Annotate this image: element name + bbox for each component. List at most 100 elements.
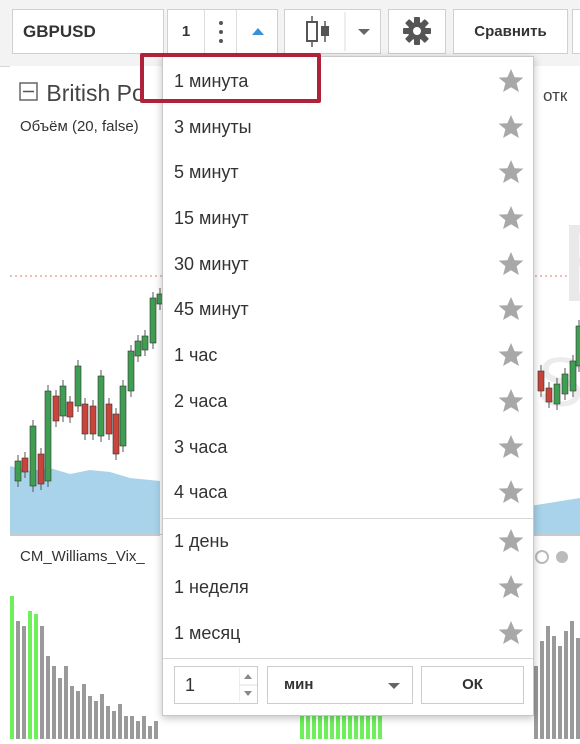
interval-menu-item[interactable]: 15 минут: [163, 196, 533, 242]
vix-bar: [342, 716, 346, 739]
candle: [97, 375, 105, 437]
vix-bar: [576, 638, 580, 739]
candle: [89, 405, 97, 435]
vix-bar: [534, 666, 538, 739]
interval-menu-item[interactable]: 5 минут: [163, 150, 533, 196]
candle: [74, 365, 82, 407]
caret-up-icon: [252, 28, 264, 35]
more-vertical-icon[interactable]: [204, 10, 237, 53]
star-icon[interactable]: [498, 342, 524, 368]
candle: [112, 413, 120, 455]
settings-button[interactable]: [388, 9, 446, 54]
star-icon[interactable]: [498, 528, 524, 554]
candle: [127, 350, 135, 392]
stepper-arrows-icon[interactable]: [239, 668, 257, 702]
interval-menu-item[interactable]: 1 неделя: [163, 565, 533, 611]
interval-menu-item[interactable]: 1 час: [163, 333, 533, 379]
interval-menu-item[interactable]: 1 месяц: [163, 611, 533, 657]
interval-menu-item-label: 30 минут: [174, 254, 249, 274]
star-icon[interactable]: [498, 574, 524, 600]
star-icon[interactable]: [498, 620, 524, 646]
vix-bar: [52, 666, 56, 739]
candle: [569, 360, 577, 392]
interval-dropdown-toggle[interactable]: [236, 10, 279, 53]
interval-menu-item[interactable]: 3 минуты: [163, 105, 533, 151]
vix-bar: [64, 666, 68, 739]
candle: [29, 425, 37, 487]
vix-bar: [540, 641, 544, 739]
star-icon[interactable]: [498, 479, 524, 505]
candle: [553, 383, 561, 405]
star-icon[interactable]: [498, 114, 524, 140]
interval-menu-item-label: 15 минут: [174, 208, 249, 228]
interval-menu-item[interactable]: 4 часа: [163, 470, 533, 516]
star-icon[interactable]: [498, 205, 524, 231]
interval-menu-item[interactable]: 2 часа: [163, 379, 533, 425]
vix-bar: [94, 701, 98, 739]
interval-menu-item-label: 3 часа: [174, 437, 228, 457]
candle: [105, 403, 113, 435]
chart-type-selector[interactable]: [284, 9, 381, 54]
interval-menu-item-label: 1 час: [174, 345, 218, 365]
interval-menu-item-label: 2 часа: [174, 391, 228, 411]
candle: [119, 385, 127, 447]
star-icon[interactable]: [498, 388, 524, 414]
interval-menu-item-label: 5 минут: [174, 162, 239, 182]
interval-selector[interactable]: 1: [167, 9, 278, 54]
custom-interval-unit-select[interactable]: мин: [267, 666, 413, 704]
interval-menu-item[interactable]: 1 день: [163, 519, 533, 565]
vix-bar: [570, 621, 574, 739]
interval-value[interactable]: 1: [168, 10, 204, 53]
custom-interval-value[interactable]: 1: [185, 675, 195, 696]
interval-menu: 1 минута 3 минуты 5 минут 15 минут 30 минут 4…: [162, 56, 534, 716]
interval-menu-item[interactable]: 45 минут: [163, 287, 533, 333]
chart-right-label: отк: [543, 86, 568, 105]
indicator-controls[interactable]: [532, 547, 580, 567]
vix-bar: [70, 686, 74, 739]
candle: [66, 401, 74, 418]
symbol-field[interactable]: GBPUSD: [12, 9, 164, 54]
vix-bar: [552, 636, 556, 739]
vix-bar: [354, 716, 358, 739]
toolbar-edge: [572, 9, 580, 54]
vix-bar: [372, 716, 376, 739]
vix-bar: [40, 626, 44, 739]
candlestick-icon: [306, 12, 370, 51]
vix-indicator-label: CM_Williams_Vix_: [20, 548, 145, 565]
collapse-icon[interactable]: [18, 81, 40, 103]
candle: [149, 297, 157, 344]
visibility-icon: [535, 550, 549, 564]
vix-bar: [130, 716, 134, 739]
vix-bar: [142, 716, 146, 739]
candle: [52, 395, 60, 422]
interval-menu-item[interactable]: 30 минут: [163, 242, 533, 288]
interval-menu-item[interactable]: 3 часа: [163, 425, 533, 471]
vix-bar: [564, 631, 568, 739]
candle: [81, 403, 89, 435]
unit-value: мин: [284, 676, 314, 693]
compare-button[interactable]: Сравнить: [453, 9, 568, 54]
custom-interval-stepper[interactable]: 1: [174, 666, 258, 704]
interval-menu-item-label: 4 часа: [174, 482, 228, 502]
selection-highlight: [140, 53, 321, 103]
candle: [575, 325, 580, 367]
vix-bar: [58, 678, 62, 739]
star-icon[interactable]: [498, 434, 524, 460]
candle: [14, 460, 22, 482]
vix-bar: [154, 721, 158, 739]
vix-bar: [46, 656, 50, 739]
ok-button[interactable]: ОК: [421, 666, 524, 704]
vix-bar: [330, 716, 334, 739]
interval-menu-item-label: 1 месяц: [174, 623, 241, 643]
volume-area: [530, 498, 580, 536]
vix-bar: [28, 611, 32, 739]
star-icon[interactable]: [498, 68, 524, 94]
gear-icon: [556, 551, 568, 563]
star-icon[interactable]: [498, 159, 524, 185]
candle: [21, 457, 29, 473]
vix-bar: [336, 716, 340, 739]
vix-bar: [136, 721, 140, 739]
interval-menu-item-label: 3 минуты: [174, 117, 252, 137]
star-icon[interactable]: [498, 251, 524, 277]
star-icon[interactable]: [498, 296, 524, 322]
